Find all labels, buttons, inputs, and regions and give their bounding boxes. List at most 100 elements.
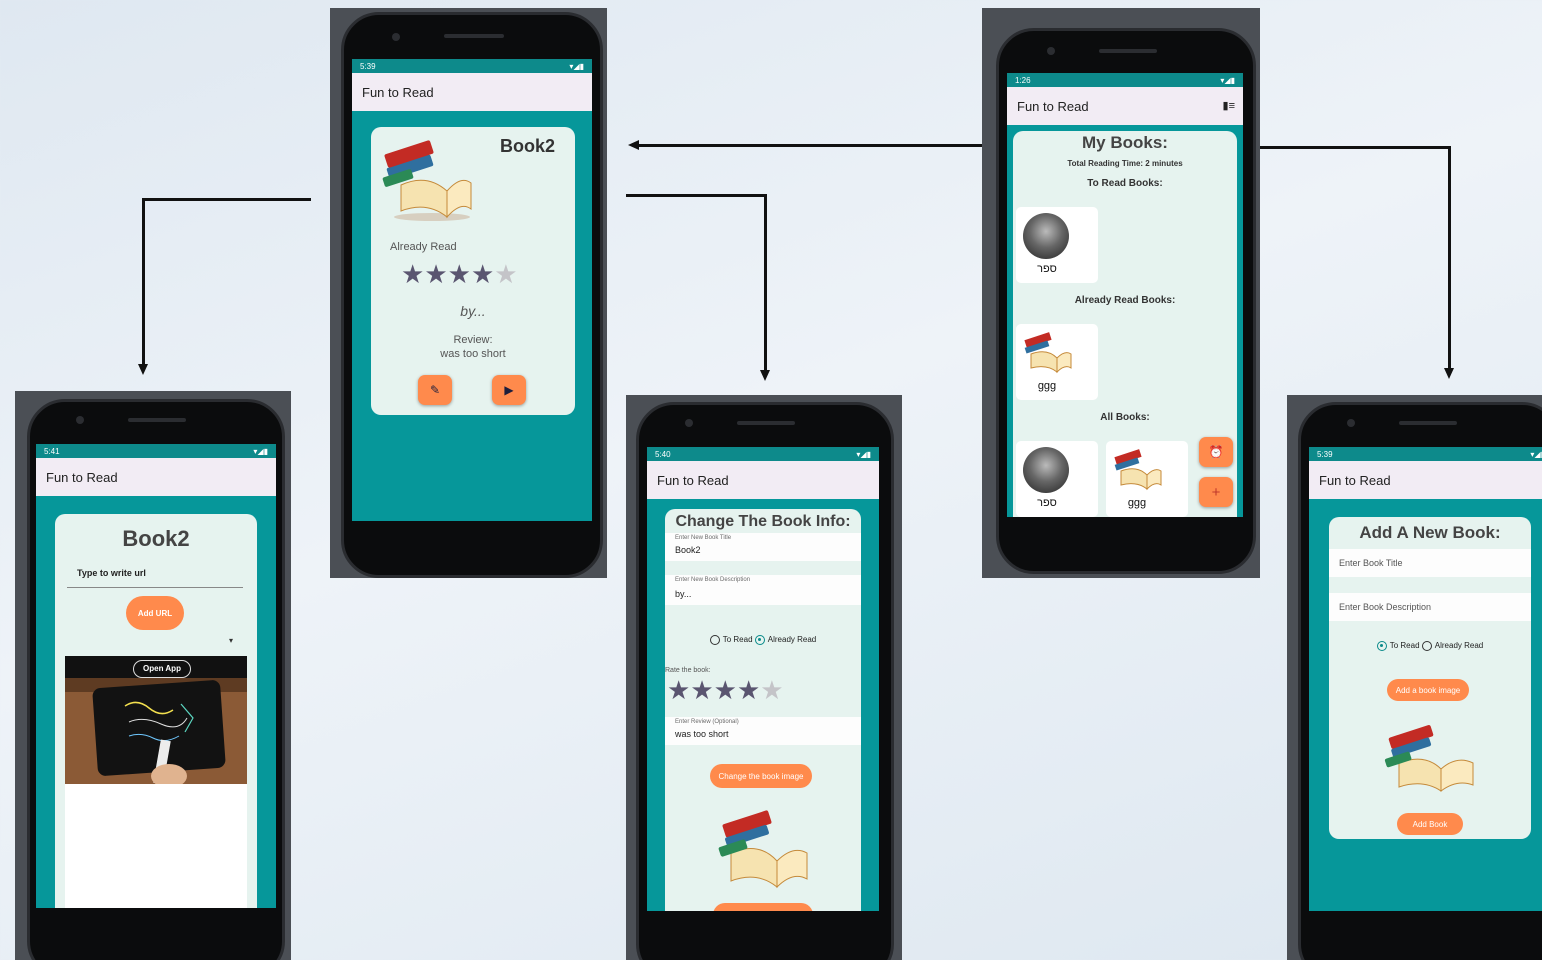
screen-add-book: 5:39 ▾◢▮ Fun to Read Add A New Book: Ente… bbox=[1309, 447, 1542, 911]
book-tile-label: ספר bbox=[1037, 263, 1057, 275]
add-book-fab[interactable]: + bbox=[1199, 477, 1233, 507]
book-cover bbox=[1114, 449, 1162, 491]
book-cover bbox=[1023, 213, 1069, 259]
arrowhead-down bbox=[760, 370, 770, 381]
to-read-heading: To Read Books: bbox=[1087, 178, 1163, 189]
arrowhead-down bbox=[1444, 368, 1454, 379]
star-icon[interactable]: ★ bbox=[690, 675, 713, 706]
screen-book-details: 5:39 ▾◢▮ Fun to Read Book2 Already Read ★… bbox=[352, 59, 592, 521]
star-icon[interactable]: ★ bbox=[760, 675, 783, 706]
screen-home: 1:26 ▾◢▮ Fun to Read ▮≡ My Books: Total R… bbox=[1007, 73, 1243, 517]
change-image-button[interactable]: Change the book image bbox=[710, 764, 812, 788]
caret-down-icon[interactable]: ▾ bbox=[229, 636, 233, 645]
read-status: Already Read bbox=[390, 241, 457, 253]
star-icon[interactable]: ★ bbox=[714, 675, 737, 706]
book-image bbox=[382, 140, 472, 221]
status-time: 5:39 bbox=[360, 61, 376, 71]
read-status-radio-group: To Read Already Read bbox=[1329, 641, 1531, 651]
star-icon: ★ bbox=[494, 259, 518, 289]
page-title: Add A New Book: bbox=[1359, 523, 1501, 542]
pencil-icon: ✎ bbox=[429, 383, 441, 397]
radio-already-read[interactable]: Already Read bbox=[754, 635, 816, 645]
book-cover bbox=[1023, 447, 1069, 493]
book-tile-label: ספר bbox=[1037, 497, 1057, 509]
book-tile-already-read[interactable]: ggg bbox=[1016, 324, 1098, 400]
book-title-input[interactable]: Enter Book Title bbox=[1329, 549, 1531, 577]
description-value: by... bbox=[675, 589, 692, 599]
video-preview[interactable]: Open App bbox=[65, 656, 247, 784]
star-icon: ★ bbox=[470, 259, 495, 289]
radio-to-read[interactable]: To Read bbox=[1376, 641, 1420, 651]
arrow-details-to-url bbox=[142, 198, 311, 201]
star-icon: ★ bbox=[424, 259, 448, 289]
app-title: Fun to Read bbox=[36, 458, 276, 496]
title-value: Book2 bbox=[675, 545, 701, 555]
rating-stars[interactable]: ★ ★ ★ ★ ★ bbox=[667, 675, 784, 706]
url-input[interactable]: Type to write url bbox=[67, 568, 243, 588]
star-icon: ★ bbox=[401, 259, 425, 289]
star-icon[interactable]: ★ bbox=[667, 675, 690, 706]
page-title: Change The Book Info: bbox=[675, 513, 851, 530]
book-tile-label: ggg bbox=[1037, 380, 1057, 392]
book-image bbox=[718, 810, 808, 889]
save-button-partial[interactable] bbox=[713, 903, 813, 911]
alarm-icon: ⏰ bbox=[1208, 445, 1224, 459]
description-field[interactable]: Enter New Book Description by... bbox=[665, 575, 861, 605]
add-url-button[interactable]: Add URL bbox=[126, 596, 184, 630]
read-status-radio-group: To Read Already Read bbox=[665, 635, 861, 645]
url-card: Book2 Type to write url Add URL ▾ Open A… bbox=[55, 514, 257, 908]
plus-icon: + bbox=[1211, 483, 1221, 501]
app-title: Fun to Read bbox=[1017, 98, 1089, 114]
my-books-card: My Books: Total Reading Time: 2 minutes … bbox=[1013, 131, 1237, 517]
arrowhead-down bbox=[138, 364, 148, 375]
alarm-button[interactable]: ⏰ bbox=[1199, 437, 1233, 467]
open-app-button[interactable]: Open App bbox=[133, 660, 191, 678]
title-field[interactable]: Enter New Book Title Book2 bbox=[665, 533, 861, 561]
screen-add-url: 5:41 ▾◢▮ Fun to Read Book2 Type to write … bbox=[36, 444, 276, 908]
radio-to-read[interactable]: To Read bbox=[709, 635, 753, 645]
already-read-heading: Already Read Books: bbox=[1074, 295, 1176, 306]
review-value: was too short bbox=[675, 729, 729, 739]
app-title: Fun to Read bbox=[647, 461, 879, 499]
phone-add-book: 5:39 ▾◢▮ Fun to Read Add A New Book: Ente… bbox=[1298, 402, 1542, 960]
review-text: was too short bbox=[440, 348, 506, 360]
review-label: Review: bbox=[453, 334, 493, 346]
rate-label: Rate the book: bbox=[665, 667, 711, 674]
phone-edit-book: 5:40 ▾◢▮ Fun to Read Change The Book Info… bbox=[636, 402, 894, 960]
arrowhead-left bbox=[628, 140, 639, 150]
book-tile-all-1[interactable]: ספר bbox=[1016, 441, 1098, 517]
signal-icon: ▾◢▮ bbox=[569, 61, 584, 71]
star-icon: ★ bbox=[447, 259, 471, 289]
play-button[interactable]: ▶ bbox=[492, 375, 526, 405]
review-field[interactable]: Enter Review (Optional) was too short bbox=[665, 717, 861, 745]
book-cover bbox=[1024, 332, 1072, 374]
star-icon[interactable]: ★ bbox=[737, 675, 760, 706]
arrow-home-to-add bbox=[1260, 146, 1450, 149]
screen-edit-book: 5:40 ▾◢▮ Fun to Read Change The Book Info… bbox=[647, 447, 879, 911]
book-title: Book2 bbox=[499, 136, 555, 156]
add-book-button[interactable]: Add Book bbox=[1397, 813, 1463, 835]
signal-icon: ▾◢▮ bbox=[1220, 75, 1235, 85]
radio-already-read[interactable]: Already Read bbox=[1421, 641, 1483, 651]
add-image-button[interactable]: Add a book image bbox=[1387, 679, 1469, 701]
blank-area bbox=[65, 784, 247, 908]
signal-icon: ▾◢▮ bbox=[856, 449, 871, 459]
book-description-input[interactable]: Enter Book Description bbox=[1329, 593, 1531, 621]
book-details-card: Book2 Already Read ★ ★ ★ ★ ★ by... Review: w… bbox=[371, 127, 575, 415]
status-time: 5:40 bbox=[655, 449, 671, 459]
phone-book-details: 5:39 ▾◢▮ Fun to Read Book2 Already Read ★… bbox=[341, 12, 603, 578]
edit-button[interactable]: ✎ bbox=[418, 375, 452, 405]
app-title: Fun to Read bbox=[1309, 461, 1542, 499]
app-title: Fun to Read bbox=[352, 73, 592, 111]
status-time: 5:41 bbox=[44, 446, 60, 456]
edit-card: Change The Book Info: Enter New Book Tit… bbox=[665, 509, 861, 911]
total-reading-time: Total Reading Time: 2 minutes bbox=[1067, 159, 1183, 168]
signal-icon: ▾◢▮ bbox=[1530, 449, 1542, 459]
book-description: by... bbox=[460, 303, 486, 319]
book-icon[interactable]: ▮≡ bbox=[1223, 99, 1235, 112]
book-tile-all-2[interactable]: ggg bbox=[1106, 441, 1188, 517]
signal-icon: ▾◢▮ bbox=[253, 446, 268, 456]
tablet-writing-image bbox=[65, 678, 247, 784]
book-tile-to-read[interactable]: ספר bbox=[1016, 207, 1098, 283]
page-title: My Books: bbox=[1082, 133, 1168, 152]
